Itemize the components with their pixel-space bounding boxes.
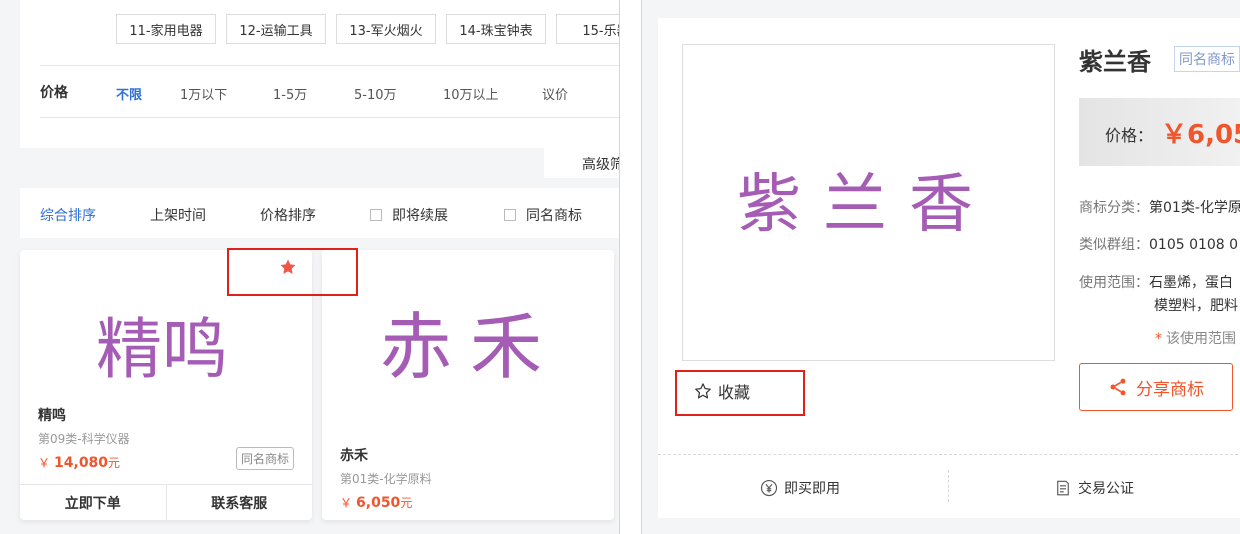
share-icon: [1110, 378, 1126, 396]
sort-price[interactable]: 价格排序: [260, 205, 316, 225]
trademark-logo: 赤禾: [380, 305, 561, 389]
trademark-name: 赤禾: [340, 448, 368, 464]
category-tag[interactable]: 14-珠宝钟表: [446, 14, 546, 44]
trademark-price: ￥ 14,080元: [38, 455, 121, 471]
same-name-tag[interactable]: 同名商标: [1174, 46, 1240, 72]
price-option[interactable]: 1-5万: [273, 84, 307, 103]
checkbox-label: 即将续展: [392, 208, 448, 224]
filter-box: 11-家用电器 12-运输工具 13-军火烟火 14-珠宝钟表 15-乐器 价格…: [20, 0, 619, 148]
same-name-tag: 同名商标: [235, 447, 294, 470]
order-now-button[interactable]: 立即下单: [20, 485, 166, 520]
document-icon: [1057, 480, 1069, 496]
price-option-any[interactable]: 不限: [116, 84, 142, 103]
sort-bar: 综合排序 上架时间 价格排序 即将续展 同名商标: [20, 188, 619, 238]
divider: [658, 454, 1240, 455]
trademark-category: 第09类-科学仪器: [38, 432, 130, 446]
detail-card: 紫兰香 收藏 紫兰香 同名商标 价格： ￥6,050 商标分类：第01类-化学原…: [658, 18, 1240, 518]
checkbox-label: 同名商标: [526, 208, 582, 224]
category-tag[interactable]: 13-军火烟火: [336, 14, 436, 44]
trademark-price: ￥ 6,050元: [340, 495, 413, 511]
share-label: 分享商标: [1136, 379, 1204, 400]
buy-and-use[interactable]: 即买即用: [760, 478, 840, 498]
divider: [40, 65, 619, 66]
category-row: 11-家用电器 12-运输工具 13-军火烟火 14-珠宝钟表 15-乐器: [116, 14, 619, 44]
info-group: 类似群组：0105 0108 0: [1079, 237, 1239, 253]
price-panel: 价格： ￥6,050: [1079, 98, 1240, 166]
highlight-box: [675, 370, 805, 416]
trademark-logo: 精鸣: [96, 311, 228, 388]
listing-panel: 11-家用电器 12-运输工具 13-军火烟火 14-珠宝钟表 15-乐器 价格…: [0, 0, 620, 534]
trademark-card[interactable]: 赤禾 赤禾 第01类-化学原料 ￥ 6,050元: [322, 250, 614, 520]
info-scope: 使用范围：石墨烯，蛋白: [1079, 275, 1233, 291]
price-value: ￥6,050: [1161, 120, 1240, 150]
trademark-image: 紫兰香: [682, 44, 1055, 361]
checkbox[interactable]: [370, 209, 382, 221]
scope-note: * 该使用范围: [1155, 331, 1236, 347]
category-tag[interactable]: 15-乐器: [556, 14, 619, 44]
divider: [948, 470, 949, 502]
trademark-category: 第01类-化学原料: [340, 472, 432, 486]
price-option[interactable]: 5-10万: [354, 84, 397, 103]
price-option[interactable]: 10万以上: [443, 84, 499, 103]
yen-coin-icon: [760, 479, 778, 497]
highlight-box: [227, 248, 358, 296]
screenshot-root: 11-家用电器 12-运输工具 13-军火烟火 14-珠宝钟表 15-乐器 价格…: [0, 0, 1240, 534]
price-option[interactable]: 1万以下: [180, 84, 227, 103]
price-label: 价格：: [1105, 126, 1154, 145]
detail-panel: 紫兰香 收藏 紫兰香 同名商标 价格： ￥6,050 商标分类：第01类-化学原…: [641, 0, 1240, 534]
category-tag[interactable]: 11-家用电器: [116, 14, 216, 44]
contact-service-button[interactable]: 联系客服: [165, 485, 313, 520]
sort-comprehensive[interactable]: 综合排序: [40, 205, 96, 225]
price-options: 不限 1万以下 1-5万 5-10万 10万以上 议价: [20, 84, 619, 104]
filter-same-name[interactable]: 同名商标: [504, 205, 582, 225]
trademark-title: 紫兰香: [1079, 48, 1151, 76]
sort-listing-time[interactable]: 上架时间: [150, 205, 206, 225]
trade-notary[interactable]: 交易公证: [1054, 478, 1134, 498]
price-option[interactable]: 议价: [542, 84, 568, 103]
advanced-filter-button[interactable]: 高级筛选: [544, 148, 619, 178]
info-class: 商标分类：第01类-化学原料: [1079, 200, 1240, 216]
card-actions: 立即下单 联系客服: [20, 484, 312, 520]
trademark-logo: 紫兰香: [737, 168, 995, 242]
trademark-name: 精鸣: [38, 408, 66, 424]
share-trademark-button[interactable]: 分享商标: [1079, 363, 1233, 411]
divider: [40, 117, 619, 118]
info-scope-cont: 模塑料，肥料: [1154, 298, 1238, 314]
filter-renewal-soon[interactable]: 即将续展: [370, 205, 448, 225]
checkbox[interactable]: [504, 209, 516, 221]
category-tag[interactable]: 12-运输工具: [226, 14, 326, 44]
